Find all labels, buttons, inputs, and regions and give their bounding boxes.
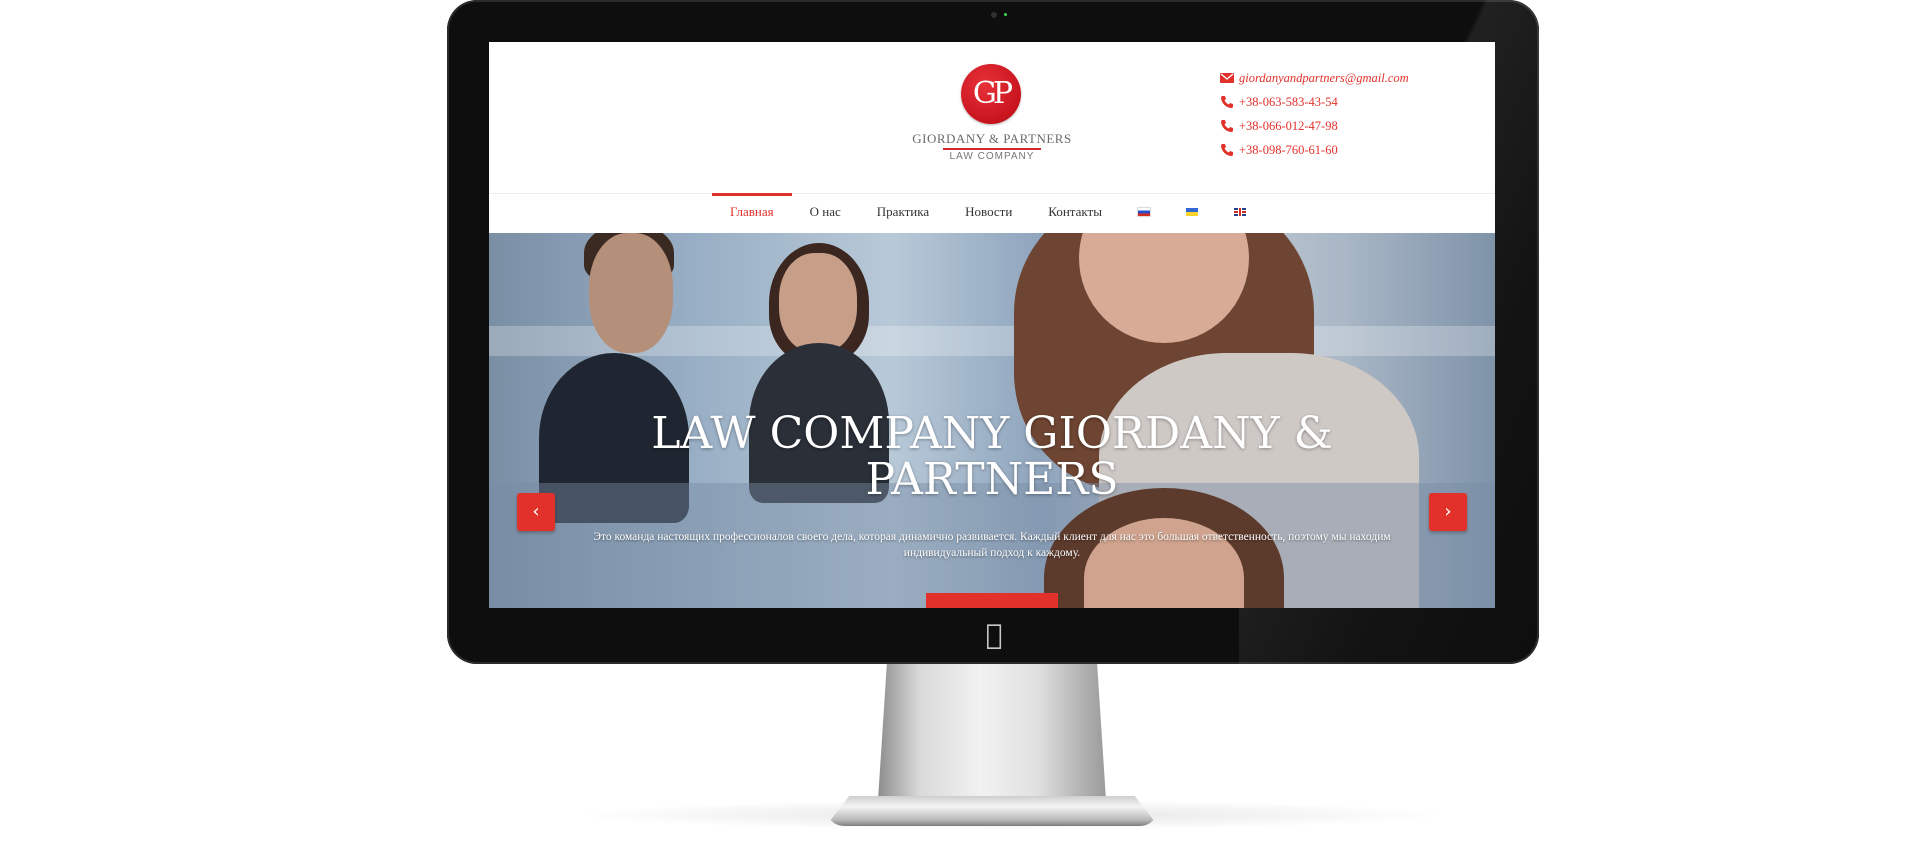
contact-phone-text: +38-098-760-61-60 xyxy=(1239,142,1338,157)
main-nav: Главная О нас Практика Новости Контакты xyxy=(712,193,1264,231)
logo-subtitle: LAW COMPANY xyxy=(949,151,1035,162)
chevron-left-icon: ‹ xyxy=(532,501,540,522)
logo-monogram: GP xyxy=(961,64,1021,124)
mail-icon xyxy=(1220,73,1234,83)
contact-phone[interactable]: +38-063-583-43-54 xyxy=(1219,90,1409,114)
hero-photo-person xyxy=(589,233,673,353)
hero-description: Это команда настоящих профессионалов сво… xyxy=(593,531,1391,559)
site-logo[interactable]: GP GIORDANY & PARTNERS LAW COMPANY xyxy=(909,64,1075,169)
nav-item-news[interactable]: Новости xyxy=(947,193,1030,231)
hero-photo-person xyxy=(779,253,857,353)
slider-next-button[interactable]: › xyxy=(1429,493,1467,531)
flag-en-icon[interactable] xyxy=(1233,208,1246,216)
chevron-right-icon: › xyxy=(1444,501,1452,522)
contact-phone[interactable]: +38-066-012-47-98 xyxy=(1219,114,1409,138)
logo-divider xyxy=(943,148,1041,150)
hero-cta-button[interactable] xyxy=(926,593,1058,608)
website-screen: GP GIORDANY & PARTNERS LAW COMPANY giord… xyxy=(489,42,1495,608)
logo-company-name: GIORDANY & PARTNERS xyxy=(912,131,1072,146)
nav-item-home[interactable]: Главная xyxy=(712,193,792,231)
header-contacts: giordanyandpartners@gmail.com +38-063-58… xyxy=(1219,66,1409,162)
hero-slider: LAW COMPANY GIORDANY & PARTNERS Это кома… xyxy=(489,233,1495,608)
apple-logo-icon:  xyxy=(979,620,1009,650)
nav-item-about[interactable]: О нас xyxy=(792,193,859,231)
phone-icon xyxy=(1221,144,1233,156)
hero-title: LAW COMPANY GIORDANY & PARTNERS xyxy=(651,408,1333,505)
slider-prev-button[interactable]: ‹ xyxy=(517,493,555,531)
nav-item-contacts[interactable]: Контакты xyxy=(1030,193,1120,231)
contact-phone-text: +38-066-012-47-98 xyxy=(1239,118,1338,133)
contact-phone[interactable]: +38-098-760-61-60 xyxy=(1219,138,1409,162)
contact-phone-text: +38-063-583-43-54 xyxy=(1239,94,1338,109)
contact-email[interactable]: giordanyandpartners@gmail.com xyxy=(1219,66,1409,90)
flag-ua-icon[interactable] xyxy=(1185,208,1198,216)
phone-icon xyxy=(1221,120,1233,132)
monitor-stand-base xyxy=(826,796,1158,826)
phone-icon xyxy=(1221,96,1233,108)
camera-icon xyxy=(991,12,997,18)
monitor-stand xyxy=(878,660,1106,800)
contact-email-text: giordanyandpartners@gmail.com xyxy=(1239,70,1409,85)
nav-item-practice[interactable]: Практика xyxy=(859,193,947,231)
camera-led xyxy=(1004,13,1007,16)
flag-ru-icon[interactable] xyxy=(1137,208,1150,216)
